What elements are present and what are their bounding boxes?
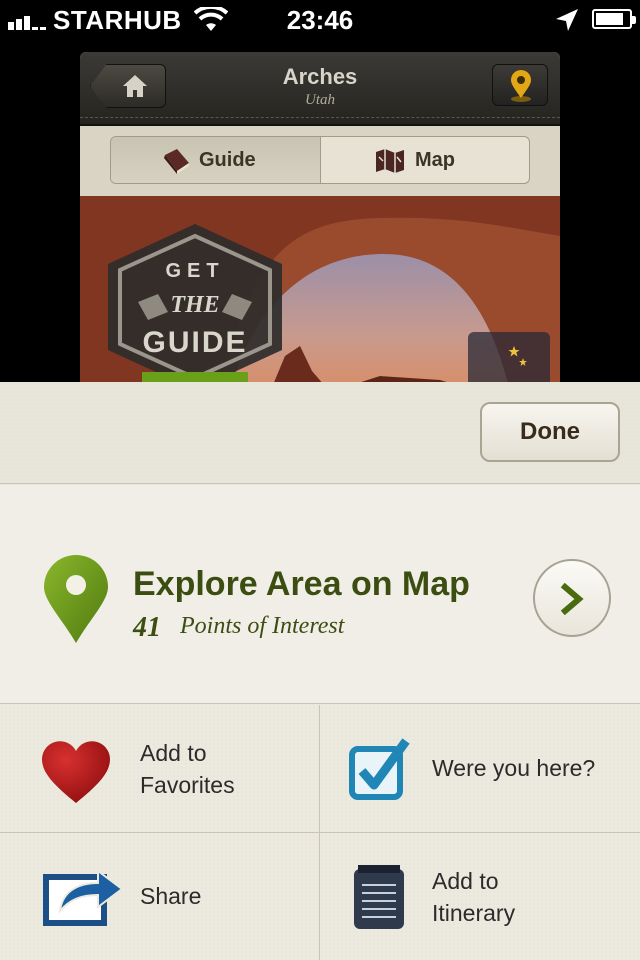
battery-fill	[596, 13, 623, 25]
itinerary-label: Add to Itinerary	[432, 868, 516, 926]
segmented-control: Guide Map	[110, 136, 530, 184]
map-pin-button[interactable]	[492, 64, 548, 106]
add-to-favorites-button[interactable]: Add to Favorites	[0, 705, 320, 833]
chevron-right-icon	[560, 583, 584, 615]
hero-image: GET THE GUIDE	[80, 196, 560, 392]
badge-guide-text: GUIDE	[142, 326, 248, 359]
points-subtitle: Points of Interest	[180, 613, 345, 639]
map-pin-icon	[44, 555, 108, 643]
explore-arrow-button[interactable]	[533, 559, 611, 637]
get-the-guide-badge[interactable]: GET THE GUIDE	[102, 222, 288, 392]
folded-map-icon	[376, 149, 404, 173]
book-icon	[164, 149, 189, 174]
badge-get-text: GET	[165, 260, 225, 282]
done-button[interactable]: Done	[480, 402, 620, 462]
favorites-label: Add to Favorites	[140, 740, 235, 798]
were-you-here-label: Were you here?	[432, 755, 596, 781]
notepad-icon	[354, 865, 404, 929]
explore-map-row[interactable]: Explore Area on Map 41 Points of Interes…	[0, 485, 640, 704]
share-arrow-icon	[43, 869, 124, 926]
heart-icon	[42, 741, 110, 803]
moon-stars-icon	[495, 346, 527, 377]
location-arrow-icon	[556, 9, 578, 31]
badge-the-text: THE	[170, 292, 220, 318]
were-you-here-button[interactable]: Were you here?	[320, 705, 640, 833]
map-pin-icon	[511, 70, 531, 102]
clock: 23:46	[286, 5, 354, 35]
screen: STARHUB 23:46 Arches Utah Guide Map GET …	[0, 0, 640, 960]
add-to-itinerary-button[interactable]: Add to Itinerary	[320, 833, 640, 960]
action-sheet: Done Explore Area on Map 41 Points of In…	[0, 382, 640, 960]
app-card: Arches Utah Guide Map GET THE GUIDE	[80, 52, 560, 392]
tab-guide-label: Guide	[199, 149, 256, 171]
sheet-header: Done	[0, 382, 640, 484]
share-button[interactable]: Share	[0, 833, 320, 960]
app-title: Arches	[282, 64, 358, 89]
status-bar: STARHUB 23:46	[0, 0, 640, 40]
battery-tip	[632, 16, 636, 24]
navigation-bar: Arches Utah	[80, 52, 560, 126]
tab-guide[interactable]: Guide	[111, 137, 321, 183]
tab-map-label: Map	[415, 149, 455, 171]
tab-map[interactable]: Map	[321, 137, 529, 183]
checkbox-icon	[349, 738, 410, 800]
app-subtitle: Utah	[305, 92, 335, 108]
explore-title: Explore Area on Map	[133, 565, 470, 603]
points-count: 41	[133, 612, 161, 643]
share-label: Share	[140, 883, 202, 909]
battery-icon	[592, 9, 636, 29]
